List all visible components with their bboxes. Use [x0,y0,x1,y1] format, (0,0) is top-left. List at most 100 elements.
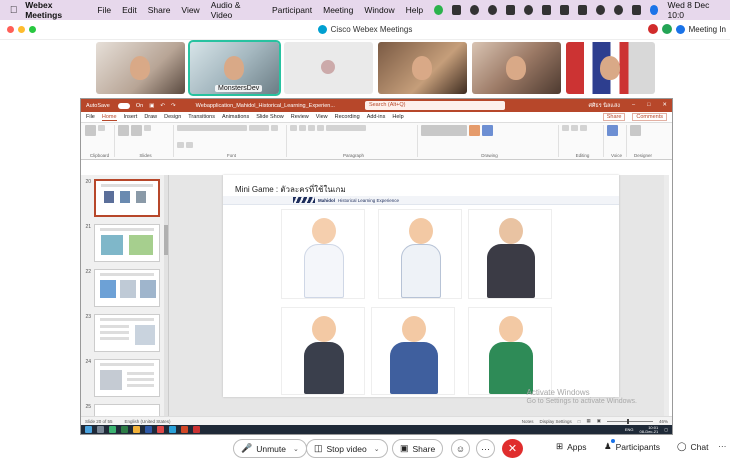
slide-thumbnail[interactable] [94,224,160,262]
spotlight-search-icon[interactable] [613,5,623,15]
bullets-icon[interactable] [290,125,297,131]
thumbnail-row[interactable]: 20 [81,179,160,217]
siri-icon[interactable] [649,5,659,15]
bold-icon[interactable] [271,125,278,131]
zoom-slider[interactable] [606,418,653,424]
play-icon[interactable] [523,5,533,15]
menu-window[interactable]: Window [364,5,394,15]
fullscreen-window-icon[interactable] [29,26,36,33]
participant-video-5[interactable] [472,42,561,94]
undo-icon[interactable]: ↶ [160,103,165,109]
character-boy[interactable] [468,307,552,395]
slide-thumbnail[interactable] [94,314,160,352]
participant-video-3[interactable] [284,42,373,94]
screen-share-icon[interactable] [452,5,461,15]
display-settings-button[interactable]: Display Settings [539,419,571,424]
participant-video-6[interactable] [566,42,655,94]
dictate-icon[interactable] [607,125,618,136]
slide-canvas[interactable]: Mini Game : ตัวละครที่ใช้ในเกม Mahidol H… [169,175,669,427]
reuse-slides-icon[interactable] [131,125,142,136]
character-nurse[interactable] [281,209,365,299]
stop-video-button[interactable]: ◫ Stop video ⌄ [306,439,388,458]
wifi-icon[interactable] [595,5,605,15]
align-center-icon[interactable] [317,125,324,131]
ppt-user-name[interactable]: ศศิธร นิลแสง [588,102,620,110]
meeting-info-label[interactable]: Meeting In [689,25,726,34]
close-window-icon[interactable] [7,26,14,33]
chevron-down-icon[interactable]: ⌄ [293,445,299,453]
overflow-menu-button[interactable]: ··· [718,441,727,451]
character-professor[interactable] [468,209,552,299]
tray-language[interactable]: ENG [625,427,634,432]
excel-icon[interactable] [121,426,128,433]
thumbnail-row[interactable]: 21 [81,224,160,262]
close-icon[interactable]: ✕ [662,102,667,110]
design-ideas-icon[interactable] [630,125,641,136]
character-girl[interactable] [281,307,365,395]
info-icon[interactable] [675,24,685,34]
unmute-button[interactable]: 🎤 Unmute ⌄ [233,439,307,458]
tab-design[interactable]: Design [164,114,181,120]
reactions-button[interactable]: ☺ [451,439,470,458]
line-app-icon[interactable] [434,5,444,15]
slide-sorter-icon[interactable]: ▦ [586,418,590,424]
language-status[interactable]: English (United States) [125,419,171,424]
underline-icon[interactable] [186,142,193,148]
tab-file[interactable]: File [86,114,95,120]
acrobat-icon[interactable] [157,426,164,433]
arrange-icon[interactable] [469,125,480,136]
slide-thumbnail[interactable] [94,359,160,397]
layout-icon[interactable] [144,125,151,131]
text-direction-icon[interactable] [326,125,366,131]
chat-button[interactable]: ◯ Chat [677,441,708,452]
quick-styles-icon[interactable] [482,125,493,136]
recording-icon[interactable] [647,24,658,34]
line-taskbar-icon[interactable] [109,426,116,433]
tab-home[interactable]: Home [101,114,117,121]
cut-icon[interactable] [98,125,105,131]
control-center-icon[interactable] [631,5,641,15]
select-icon[interactable] [580,125,587,131]
normal-view-icon[interactable]: □ [578,419,581,424]
slide-thumbnail[interactable] [94,269,160,307]
battery-icon[interactable] [559,5,569,15]
menu-file[interactable]: File [97,5,111,15]
ppt-comments-button[interactable]: Comments [632,113,667,121]
slide-thumbnail[interactable] [94,179,160,217]
menu-share[interactable]: Share [148,5,171,15]
notes-button[interactable]: Notes [522,419,534,424]
tab-add-ins[interactable]: Add-ins [367,114,386,120]
current-slide[interactable]: Mini Game : ตัวละครที่ใช้ในเกม Mahidol H… [223,175,619,397]
share-button[interactable]: ▣ Share [392,439,444,458]
menu-meeting[interactable]: Meeting [323,5,353,15]
word-icon[interactable] [145,426,152,433]
tab-transitions[interactable]: Transitions [188,114,215,120]
participant-video-2[interactable]: MonstersDev [188,40,281,96]
powerpoint-icon[interactable] [181,426,188,433]
taskbar-clock[interactable]: 10:01 08-Dec-21 [640,425,659,434]
save-icon[interactable]: ▣ [149,103,154,109]
tab-animations[interactable]: Animations [222,114,249,120]
maximize-icon[interactable]: □ [647,102,650,110]
new-slide-icon[interactable] [118,125,129,136]
menu-app-name[interactable]: Webex Meetings [25,0,87,20]
tab-help[interactable]: Help [392,114,403,120]
redo-icon[interactable]: ↷ [171,103,176,109]
reading-view-icon[interactable]: ▣ [597,418,601,424]
more-options-button[interactable]: ··· [476,439,495,458]
font-size-select[interactable] [249,125,269,131]
tab-recording[interactable]: Recording [335,114,360,120]
menu-view[interactable]: View [181,5,199,15]
participants-button[interactable]: ♟ Participants [604,439,660,452]
italic-icon[interactable] [177,142,184,148]
replace-icon[interactable] [571,125,578,131]
minimize-window-icon[interactable] [18,26,25,33]
ppt-share-button[interactable]: Share [602,113,626,121]
apple-icon[interactable]:  [8,5,19,16]
tab-draw[interactable]: Draw [144,114,157,120]
character-doctor[interactable] [378,209,462,299]
tab-slide-show[interactable]: Slide Show [256,114,284,120]
scrollbar-thumb[interactable] [164,225,168,255]
paste-icon[interactable] [85,125,96,136]
webex-tray-icon[interactable] [470,5,479,15]
